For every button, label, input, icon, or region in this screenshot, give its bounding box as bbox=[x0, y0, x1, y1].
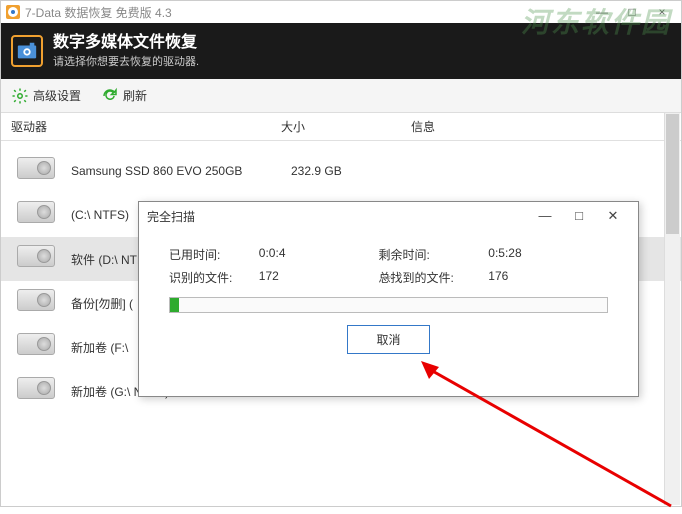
dialog-maximize-button[interactable]: □ bbox=[562, 208, 596, 224]
remaining-label: 剩余时间: bbox=[379, 246, 489, 263]
toolbar: 高级设置 刷新 bbox=[1, 79, 681, 113]
refresh-button[interactable]: 刷新 bbox=[101, 87, 147, 105]
col-drive[interactable]: 驱动器 bbox=[11, 118, 281, 135]
dialog-titlebar: 完全扫描 — □ ✕ bbox=[139, 202, 638, 230]
gear-icon bbox=[11, 87, 29, 105]
drive-size: 232.9 GB bbox=[291, 164, 342, 178]
dialog-close-button[interactable]: ✕ bbox=[596, 208, 630, 224]
disk-icon bbox=[17, 333, 61, 361]
recognized-label: 识别的文件: bbox=[169, 269, 259, 286]
refresh-icon bbox=[101, 87, 119, 105]
cancel-button[interactable]: 取消 bbox=[347, 325, 429, 354]
advanced-settings-label: 高级设置 bbox=[33, 87, 81, 104]
window-controls: — □ × bbox=[587, 5, 677, 19]
dialog-body: 已用时间: 0:0:4 剩余时间: 0:5:28 识别的文件: 172 总找到的… bbox=[139, 230, 638, 364]
title-bar: 7-Data 数据恢复 免费版 4.3 — □ × bbox=[1, 1, 681, 23]
media-recovery-icon bbox=[11, 35, 43, 67]
dialog-controls: — □ ✕ bbox=[528, 208, 630, 224]
drive-row[interactable]: Samsung SSD 860 EVO 250GB 232.9 GB bbox=[1, 149, 681, 193]
header: 数字多媒体文件恢复 请选择你想要去恢复的驱动器. bbox=[1, 23, 681, 79]
stats-row: 已用时间: 0:0:4 剩余时间: 0:5:28 bbox=[169, 246, 608, 263]
advanced-settings-button[interactable]: 高级设置 bbox=[11, 87, 81, 105]
dialog-minimize-button[interactable]: — bbox=[528, 208, 562, 224]
scrollbar[interactable] bbox=[664, 113, 680, 505]
remaining-value: 0:5:28 bbox=[488, 246, 608, 263]
elapsed-value: 0:0:4 bbox=[259, 246, 379, 263]
scan-dialog: 完全扫描 — □ ✕ 已用时间: 0:0:4 剩余时间: 0:5:28 识别的文… bbox=[138, 201, 639, 397]
progress-bar bbox=[169, 297, 608, 313]
disk-icon bbox=[17, 157, 61, 185]
disk-icon bbox=[17, 289, 61, 317]
disk-icon bbox=[17, 201, 61, 229]
dialog-buttons: 取消 bbox=[169, 325, 608, 354]
found-value: 176 bbox=[488, 269, 608, 286]
app-icon bbox=[5, 4, 21, 20]
header-subtitle: 请选择你想要去恢复的驱动器. bbox=[53, 53, 199, 69]
refresh-label: 刷新 bbox=[123, 87, 147, 104]
disk-icon bbox=[17, 245, 61, 273]
disk-icon bbox=[17, 377, 61, 405]
progress-fill bbox=[170, 298, 179, 312]
col-size[interactable]: 大小 bbox=[281, 118, 411, 135]
scrollbar-thumb[interactable] bbox=[666, 114, 679, 234]
drive-name: Samsung SSD 860 EVO 250GB bbox=[71, 164, 291, 178]
header-title: 数字多媒体文件恢复 bbox=[53, 33, 199, 54]
dialog-title: 完全扫描 bbox=[147, 208, 195, 225]
column-headers: 驱动器 大小 信息 bbox=[1, 113, 681, 141]
col-info[interactable]: 信息 bbox=[411, 118, 681, 135]
close-button[interactable]: × bbox=[647, 5, 677, 19]
elapsed-label: 已用时间: bbox=[169, 246, 259, 263]
window-title: 7-Data 数据恢复 免费版 4.3 bbox=[25, 4, 172, 21]
minimize-button[interactable]: — bbox=[587, 5, 617, 19]
found-label: 总找到的文件: bbox=[379, 269, 489, 286]
maximize-button[interactable]: □ bbox=[617, 5, 647, 19]
recognized-value: 172 bbox=[259, 269, 379, 286]
